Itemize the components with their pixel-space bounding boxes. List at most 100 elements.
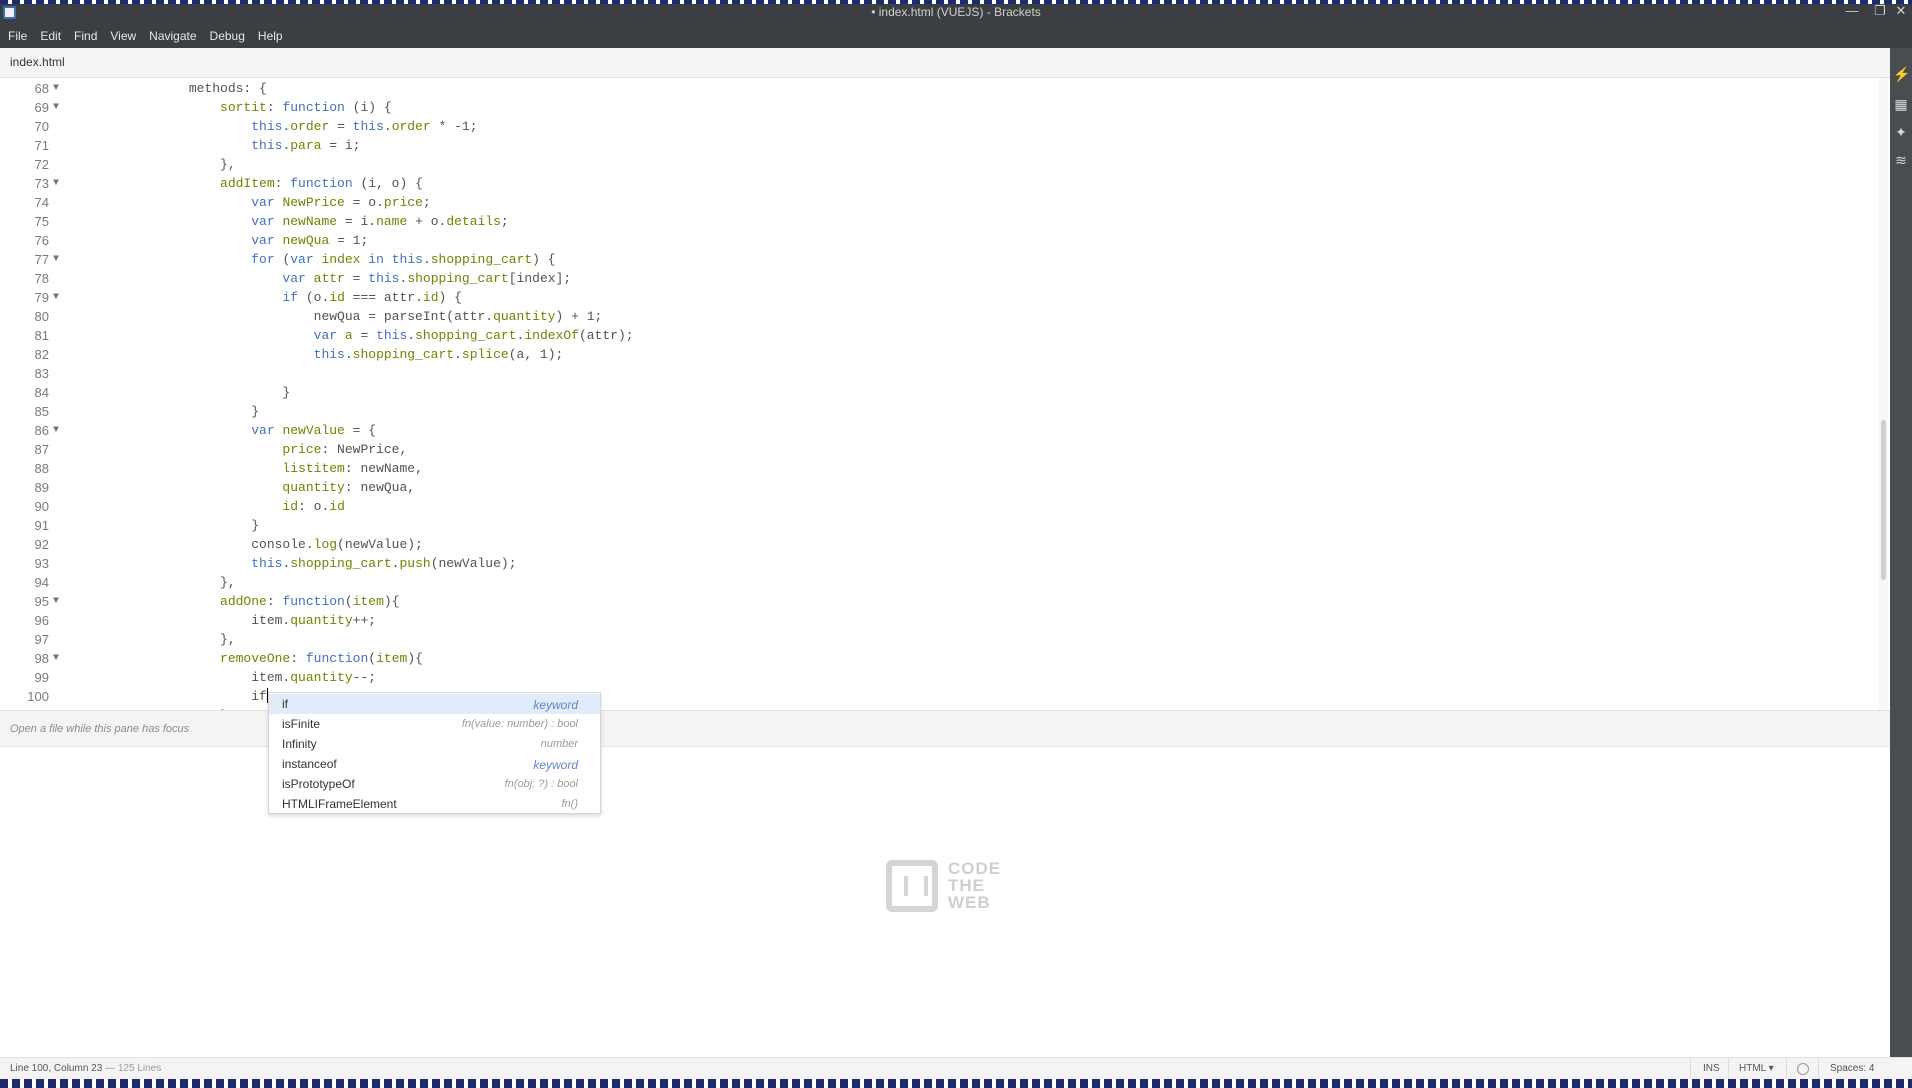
code-line[interactable]: 72 }, <box>0 155 1880 174</box>
line-number[interactable]: 81 <box>0 326 49 345</box>
menu-file[interactable]: File <box>8 29 27 43</box>
code-line[interactable]: 73 ▼ addItem: function (i, o) { <box>0 174 1880 193</box>
code-hint-item[interactable]: isPrototypeOf fn(obj: ?) : bool <box>269 774 600 794</box>
line-number[interactable]: 69 <box>0 98 49 117</box>
line-number[interactable]: 94 <box>0 573 49 592</box>
line-number[interactable]: 91 <box>0 516 49 535</box>
line-number[interactable]: 79 <box>0 288 49 307</box>
menu-edit[interactable]: Edit <box>40 29 61 43</box>
line-number[interactable]: 78 <box>0 269 49 288</box>
code-line[interactable]: 96 item.quantity++; <box>0 611 1880 630</box>
line-number[interactable]: 93 <box>0 554 49 573</box>
code-line[interactable]: 75 var newName = i.name + o.details; <box>0 212 1880 231</box>
line-number[interactable]: 76 <box>0 231 49 250</box>
code-line[interactable]: 69 ▼ sortit: function (i) { <box>0 98 1880 117</box>
line-number[interactable]: 84 <box>0 383 49 402</box>
editor-scrollbar-thumb[interactable] <box>1881 420 1886 580</box>
code-line[interactable]: 99 item.quantity--; <box>0 668 1880 687</box>
line-number[interactable]: 73 <box>0 174 49 193</box>
line-number[interactable]: 89 <box>0 478 49 497</box>
line-number[interactable]: 95 <box>0 592 49 611</box>
extension-manager-icon[interactable]: ▦ <box>1893 96 1909 112</box>
code-hint-item[interactable]: if keyword <box>269 694 600 714</box>
lightbulb-icon[interactable]: ✦ <box>1893 124 1909 140</box>
line-number[interactable]: 99 <box>0 668 49 687</box>
code-line[interactable]: 87 price: NewPrice, <box>0 440 1880 459</box>
line-number[interactable]: 75 <box>0 212 49 231</box>
code-line[interactable]: 82 this.shopping_cart.splice(a, 1); <box>0 345 1880 364</box>
fold-toggle-icon[interactable]: ▼ <box>53 649 59 668</box>
code-line[interactable]: 91 } <box>0 516 1880 535</box>
line-number[interactable]: 85 <box>0 402 49 421</box>
code-line[interactable]: 95 ▼ addOne: function(item){ <box>0 592 1880 611</box>
menu-find[interactable]: Find <box>74 29 97 43</box>
code-line[interactable]: 88 listitem: newName, <box>0 459 1880 478</box>
fold-toggle-icon[interactable]: ▼ <box>53 421 59 440</box>
fold-toggle-icon[interactable]: ▼ <box>53 98 59 117</box>
line-number[interactable]: 87 <box>0 440 49 459</box>
code-line[interactable]: 92 console.log(newValue); <box>0 535 1880 554</box>
code-line[interactable]: 76 var newQua = 1; <box>0 231 1880 250</box>
line-number[interactable]: 90 <box>0 497 49 516</box>
indentation-setting[interactable]: Spaces: 4 <box>1830 1063 1874 1074</box>
code-line[interactable]: 79 ▼ if (o.id === attr.id) { <box>0 288 1880 307</box>
code-line[interactable]: 77 ▼ for (var index in this.shopping_cart… <box>0 250 1880 269</box>
code-line[interactable]: 78 var attr = this.shopping_cart[index]; <box>0 269 1880 288</box>
menu-view[interactable]: View <box>110 29 136 43</box>
menu-debug[interactable]: Debug <box>210 29 245 43</box>
minimize-button[interactable]: — <box>1841 3 1863 18</box>
code-line[interactable]: 97 }, <box>0 630 1880 649</box>
live-preview-icon[interactable]: ⚡ <box>1893 66 1910 82</box>
code-line[interactable]: 93 this.shopping_cart.push(newValue); <box>0 554 1880 573</box>
code-hint-item[interactable]: isFinite fn(value: number) : bool <box>269 714 600 734</box>
code-line[interactable]: 98 ▼ removeOne: function(item){ <box>0 649 1880 668</box>
close-button[interactable]: ✕ <box>1890 3 1912 19</box>
line-number[interactable]: 88 <box>0 459 49 478</box>
line-number[interactable]: 82 <box>0 345 49 364</box>
line-number[interactable]: 98 <box>0 649 49 668</box>
line-number[interactable]: 70 <box>0 117 49 136</box>
line-number[interactable]: 72 <box>0 155 49 174</box>
code-hint-item[interactable]: instanceof keyword <box>269 754 600 774</box>
code-line[interactable]: 70 this.order = this.order * -1; <box>0 117 1880 136</box>
code-hint-item[interactable]: Infinity number <box>269 734 600 754</box>
code-line[interactable]: 86 ▼ var newValue = { <box>0 421 1880 440</box>
editor-scrollbar[interactable] <box>1879 78 1888 710</box>
line-number[interactable]: 92 <box>0 535 49 554</box>
line-number[interactable]: 97 <box>0 630 49 649</box>
code-line[interactable]: 83 <box>0 364 1880 383</box>
line-number[interactable]: 83 <box>0 364 49 383</box>
line-number[interactable]: 74 <box>0 193 49 212</box>
fold-toggle-icon[interactable]: ▼ <box>53 288 59 307</box>
line-number[interactable]: 71 <box>0 136 49 155</box>
lint-status-icon[interactable] <box>1797 1063 1809 1075</box>
insert-mode-toggle[interactable]: INS <box>1703 1063 1720 1074</box>
restore-button[interactable]: ❐ <box>1869 3 1891 19</box>
code-line[interactable]: 68 ▼ methods: { <box>0 79 1880 98</box>
fold-toggle-icon[interactable]: ▼ <box>53 592 59 611</box>
line-number[interactable]: 86 <box>0 421 49 440</box>
code-line[interactable]: 84 } <box>0 383 1880 402</box>
line-number[interactable]: 77 <box>0 250 49 269</box>
code-line[interactable]: 85 } <box>0 402 1880 421</box>
code-line[interactable]: 94 }, <box>0 573 1880 592</box>
fold-toggle-icon[interactable]: ▼ <box>53 250 59 269</box>
line-number[interactable]: 96 <box>0 611 49 630</box>
code-line[interactable]: 89 quantity: newQua, <box>0 478 1880 497</box>
code-line[interactable]: 80 newQua = parseInt(attr.quantity) + 1; <box>0 307 1880 326</box>
current-file-name[interactable]: index.html <box>10 55 65 69</box>
menu-help[interactable]: Help <box>258 29 283 43</box>
language-selector[interactable]: HTML ▾ <box>1739 1063 1774 1074</box>
code-hint-item[interactable]: HTMLIFrameElement fn() <box>269 794 600 814</box>
fold-toggle-icon[interactable]: ▼ <box>53 174 59 193</box>
code-line[interactable]: 74 var NewPrice = o.price; <box>0 193 1880 212</box>
code-line[interactable]: 90 id: o.id <box>0 497 1880 516</box>
code-line[interactable]: 81 var a = this.shopping_cart.indexOf(at… <box>0 326 1880 345</box>
code-line[interactable]: 71 this.para = i; <box>0 136 1880 155</box>
fold-toggle-icon[interactable]: ▼ <box>53 79 59 98</box>
layers-icon[interactable]: ≋ <box>1893 152 1909 168</box>
menu-navigate[interactable]: Navigate <box>149 29 196 43</box>
line-number[interactable]: 68 <box>0 79 49 98</box>
line-number[interactable]: 100 <box>0 687 49 706</box>
line-number[interactable]: 80 <box>0 307 49 326</box>
